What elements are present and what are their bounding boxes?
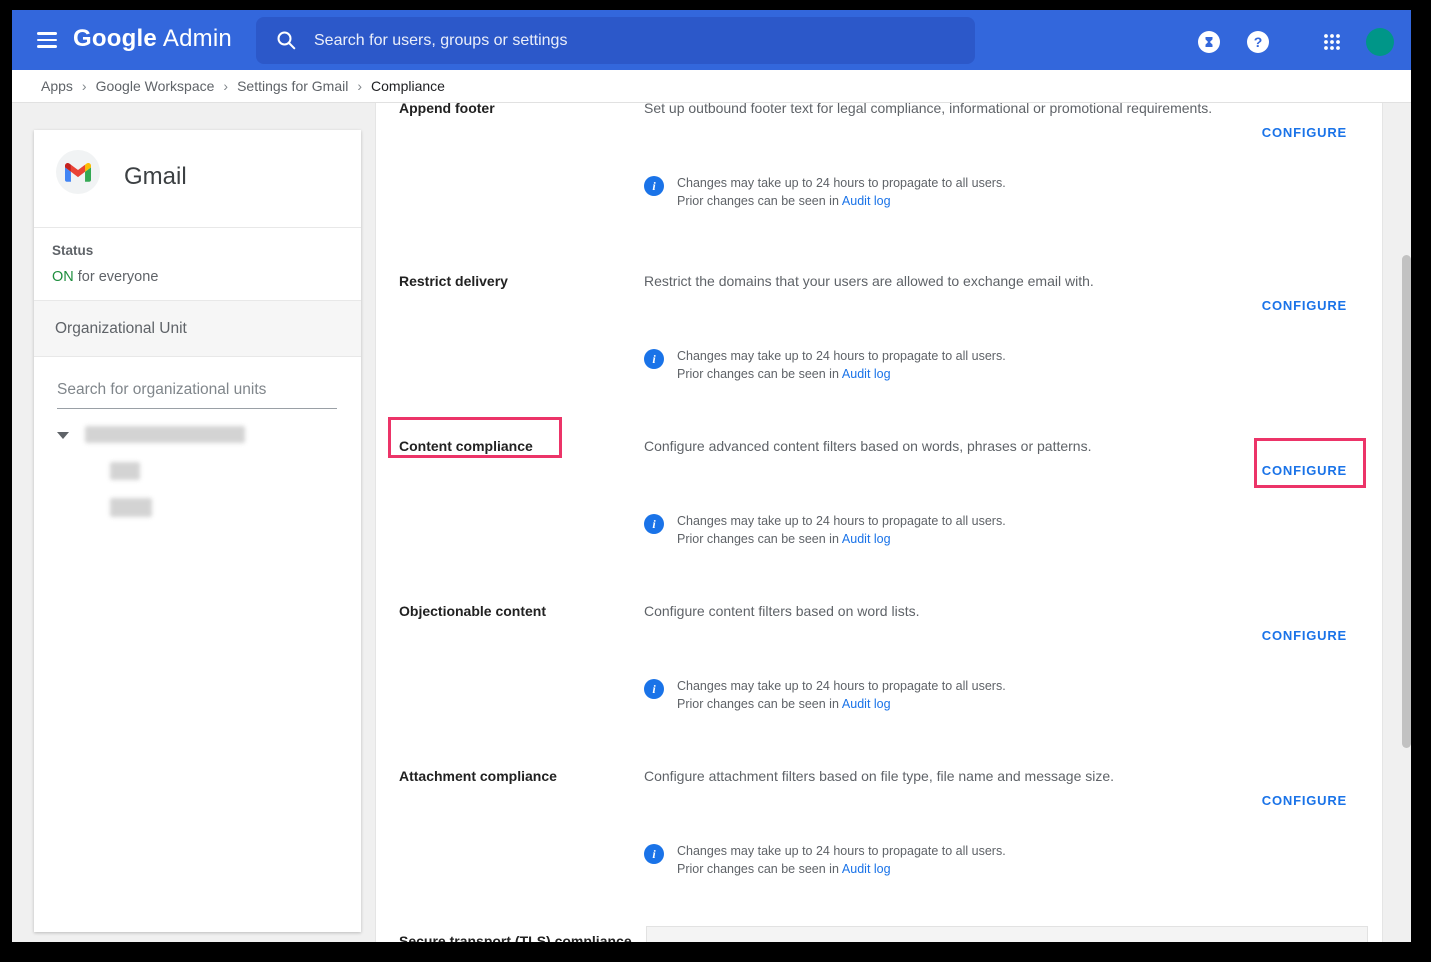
pending-tasks-icon[interactable] [1198,31,1220,53]
organizational-unit-section-header: Organizational Unit [34,301,361,357]
breadcrumb: Apps › Google Workspace › Settings for G… [12,70,1411,103]
org-unit-root-redacted[interactable] [85,426,245,443]
status-label: Status [52,243,93,258]
propagation-info: i Changes may take up to 24 hours to pro… [644,678,1006,713]
setting-description: Set up outbound footer text for legal co… [644,103,1232,117]
gmail-settings-sidebar: Gmail Status ON for everyone Organizatio… [34,130,361,932]
setting-label: Secure transport (TLS) compliance [399,932,679,942]
hamburger-menu-icon[interactable] [37,32,57,48]
org-unit-search [57,375,337,409]
setting-label: Objectionable content [399,602,654,620]
breadcrumb-separator: › [223,78,228,94]
status-value: ON for everyone [52,269,158,285]
hourglass-icon [1203,36,1215,48]
breadcrumb-apps[interactable]: Apps [41,78,73,94]
setting-description: Configure advanced content filters based… [644,437,1232,455]
tree-expand-caret-icon[interactable] [57,432,69,439]
info-icon: i [644,349,664,369]
audit-log-link[interactable]: Audit log [842,367,891,381]
configure-button-content-compliance[interactable]: CONFIGURE [1262,463,1347,478]
global-search-input[interactable] [314,17,954,64]
page-body: Gmail Status ON for everyone Organizatio… [12,103,1411,942]
setting-description: Restrict the domains that your users are… [644,272,1232,290]
global-search-box[interactable] [256,17,975,64]
configure-button[interactable]: CONFIGURE [1262,125,1347,140]
audit-log-link[interactable]: Audit log [842,194,891,208]
vertical-scrollbar-thumb[interactable] [1402,255,1411,748]
setting-label: Restrict delivery [399,272,654,290]
setting-label: Append footer [399,103,654,117]
org-unit-child-redacted[interactable] [110,498,152,517]
info-line1: Changes may take up to 24 hours to propa… [677,513,1006,531]
setting-description: Configure attachment filters based on fi… [644,767,1232,785]
help-icon[interactable]: ? [1247,31,1269,53]
info-line2: Prior changes can be seen inAudit log [677,366,1006,384]
org-unit-search-input[interactable] [57,375,337,409]
status-rest-text: for everyone [74,269,159,285]
info-icon: i [644,514,664,534]
gmail-icon [65,162,91,182]
audit-log-link[interactable]: Audit log [842,697,891,711]
breadcrumb-compliance: Compliance [371,78,445,94]
setting-row-attachment-compliance: Attachment compliance Configure attachme… [376,767,1382,932]
setting-row-content-compliance: Content compliance Configure advanced co… [376,437,1382,602]
propagation-info: i Changes may take up to 24 hours to pro… [644,348,1006,383]
setting-row-append-footer: Append footer Set up outbound footer tex… [376,103,1382,264]
gmail-logo-circle [56,150,100,194]
info-line2: Prior changes can be seen inAudit log [677,861,1006,879]
propagation-info: i Changes may take up to 24 hours to pro… [644,175,1006,210]
info-icon: i [644,176,664,196]
gmail-header: Gmail [34,130,361,228]
audit-log-link[interactable]: Audit log [842,532,891,546]
logo-admin-text: Admin [163,25,232,52]
propagation-info: i Changes may take up to 24 hours to pro… [644,843,1006,878]
configure-button[interactable]: CONFIGURE [1262,628,1347,643]
setting-label: Attachment compliance [399,767,654,785]
breadcrumb-separator: › [357,78,362,94]
info-line2: Prior changes can be seen inAudit log [677,531,1006,549]
setting-label: Content compliance [399,437,654,455]
google-admin-logo: GoogleAdmin [73,25,232,53]
propagation-info: i Changes may take up to 24 hours to pro… [644,513,1006,548]
info-icon: i [644,844,664,864]
breadcrumb-settings-for-gmail[interactable]: Settings for Gmail [237,78,348,94]
setting-row-objectionable-content: Objectionable content Configure content … [376,602,1382,767]
account-avatar[interactable] [1366,28,1394,56]
status-section: Status ON for everyone [34,228,361,301]
apps-grid-icon[interactable] [1323,33,1341,51]
status-on-text: ON [52,269,74,285]
setting-hover-panel [646,926,1368,942]
setting-row-restrict-delivery: Restrict delivery Restrict the domains t… [376,272,1382,437]
info-icon: i [644,679,664,699]
info-line2: Prior changes can be seen inAudit log [677,696,1006,714]
info-line1: Changes may take up to 24 hours to propa… [677,678,1006,696]
breadcrumb-google-workspace[interactable]: Google Workspace [96,78,215,94]
admin-console-window: GoogleAdmin ? Apps › Google Wor [12,10,1411,942]
setting-row-secure-transport-tls: Secure transport (TLS) compliance [376,932,1382,942]
info-line1: Changes may take up to 24 hours to propa… [677,843,1006,861]
search-icon [276,30,296,50]
logo-google-text: Google [73,25,157,52]
info-line1: Changes may take up to 24 hours to propa… [677,348,1006,366]
compliance-settings-panel: Append footer Set up outbound footer tex… [375,103,1383,942]
audit-log-link[interactable]: Audit log [842,862,891,876]
breadcrumb-separator: › [82,78,87,94]
setting-description: Configure content filters based on word … [644,602,1232,620]
app-bar: GoogleAdmin ? [12,10,1411,70]
sidebar-app-title: Gmail [124,163,187,191]
organizational-unit-label: Organizational Unit [55,320,187,338]
info-line1: Changes may take up to 24 hours to propa… [677,175,1006,193]
configure-button[interactable]: CONFIGURE [1262,793,1347,808]
configure-button[interactable]: CONFIGURE [1262,298,1347,313]
org-unit-child-redacted[interactable] [110,462,140,480]
info-line2: Prior changes can be seen inAudit log [677,193,1006,211]
